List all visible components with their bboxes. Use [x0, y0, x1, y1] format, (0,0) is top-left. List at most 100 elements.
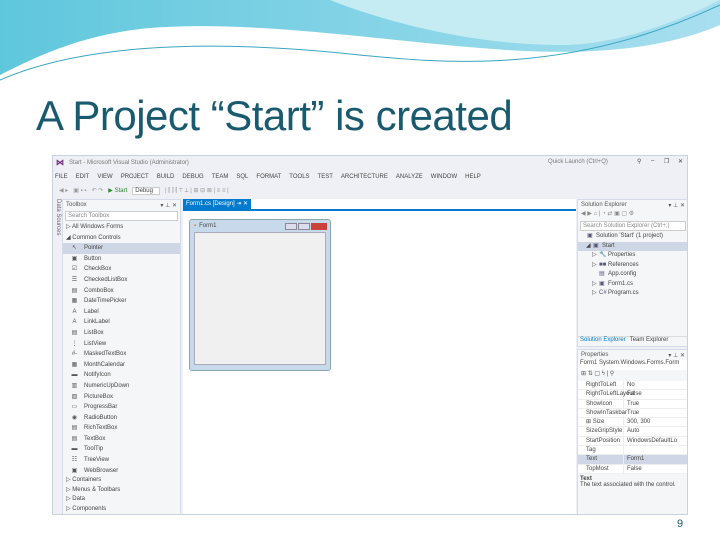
toolbox-item-label: MonthCalendar [84, 361, 126, 368]
toolbox-group[interactable]: ▷ All Windows Forms [63, 222, 180, 233]
menu-team[interactable]: TEAM [212, 174, 229, 180]
data-sources-tab[interactable]: Data Sources [53, 199, 61, 239]
menu-debug[interactable]: DEBUG [182, 174, 203, 180]
toolbox-item[interactable]: ▥ NumericUpDown [63, 381, 180, 392]
property-value[interactable]: True [624, 400, 639, 408]
quick-launch-input[interactable]: Quick Launch (Ctrl+Q) [548, 159, 638, 165]
close-button[interactable]: ✕ [678, 158, 683, 165]
form-close-button[interactable] [311, 222, 327, 230]
toolbox-item[interactable]: ▦ DateTimePicker [63, 296, 180, 307]
back-icon[interactable]: ◀ ▸ [59, 187, 68, 194]
property-row[interactable]: Text Form1 [578, 455, 687, 465]
property-value[interactable]: Auto [624, 427, 639, 435]
expand-arrow-icon[interactable]: ▷ [592, 288, 599, 299]
property-row[interactable]: TopMost False [578, 464, 687, 474]
tab-form1-design[interactable]: Form1.cs [Design] ⇥ ✕ [183, 199, 252, 210]
property-value[interactable] [624, 446, 627, 454]
toolbox-item[interactable]: ▤ RichTextBox [63, 423, 180, 434]
property-value[interactable]: True [624, 409, 639, 417]
property-row[interactable]: RightToLeftLayout False [578, 390, 687, 400]
toolbox-item-icon: ▬ [71, 446, 78, 453]
menu-analyze[interactable]: ANALYZE [396, 174, 423, 180]
menu-file[interactable]: FILE [55, 174, 68, 180]
menu-sql[interactable]: SQL [236, 174, 248, 180]
menu-project[interactable]: PROJECT [121, 174, 149, 180]
solution-explorer-toolbar[interactable]: ◀ ▶ ⌂ | ◔ ⇄ ▣ ▢ ⚙ [578, 210, 687, 220]
layout-toolbar-icons[interactable]: | ⫿ ⫿ ⫿ ⊤ ⊥ | ⊞ ⊟ ⊠ | ≡ ≡ | [165, 187, 229, 195]
toolbox-item[interactable]: ▦ MonthCalendar [63, 360, 180, 371]
property-row[interactable]: Tag [578, 446, 687, 456]
property-row[interactable]: StartPosition WindowsDefaultLo [578, 436, 687, 447]
form-minimize-button[interactable] [285, 222, 297, 230]
property-value[interactable]: Form1 [624, 455, 644, 463]
property-row[interactable]: ShowInTaskbar True [578, 408, 687, 419]
search-icon[interactable]: ⚲ [637, 158, 641, 165]
property-row[interactable]: ⊞ Size 300, 300 [578, 418, 687, 428]
property-value[interactable]: 300, 300 [624, 418, 650, 426]
menu-edit[interactable]: EDIT [76, 174, 90, 180]
toolbox-item[interactable]: ▬ NotifyIcon [63, 370, 180, 381]
toolbox-group[interactable]: ▷ Containers [63, 476, 180, 486]
expand-arrow-icon[interactable]: ▷ [592, 260, 599, 271]
restore-button[interactable]: ❐ [664, 158, 669, 165]
toolbox-item[interactable]: ☰ CheckedListBox [63, 275, 180, 286]
property-row[interactable]: ShowIcon True [578, 399, 687, 409]
toolbox-item[interactable]: ◉ RadioButton [63, 413, 180, 424]
object-select[interactable]: Form1 System.Windows.Forms.Form [578, 360, 687, 370]
toolbox-item[interactable]: A Label [63, 307, 180, 318]
toolbox-item-label: Label [84, 308, 99, 315]
toolbox-item[interactable]: A LinkLabel [63, 317, 180, 328]
menu-help[interactable]: HELP [465, 174, 481, 180]
config-select[interactable]: Debug [132, 186, 160, 195]
property-value[interactable]: No [624, 381, 635, 389]
toolbox-item[interactable]: ▤ ListBox [63, 328, 180, 339]
properties-toolbar[interactable]: ⊞ ⇅ ▢ ϟ | ⚲ [578, 370, 687, 381]
toolbox-item[interactable]: ▬ ToolTip [63, 444, 180, 455]
toolbox-item[interactable]: #- MaskedTextBox [63, 349, 180, 360]
pin-close-icon[interactable]: ▾ ⊥ ✕ [160, 202, 177, 209]
toolbox-group[interactable]: ▷ Data [63, 495, 180, 505]
tab-solution-explorer[interactable]: Solution Explorer [580, 337, 626, 346]
toolbox-item[interactable]: ☷ TreeView [63, 455, 180, 466]
menu-build[interactable]: BUILD [157, 174, 175, 180]
property-row[interactable]: SizeGripStyle Auto [578, 427, 687, 437]
new-project-icon[interactable]: ▣ ▪ ▪ [73, 187, 86, 194]
toolbox-panel: Toolbox ▾ ⊥ ✕ Search Toolbox ▷ All Window… [62, 199, 181, 514]
toolbox-group[interactable]: ▷ Components [63, 505, 180, 514]
minimize-button[interactable]: ‒ [651, 158, 654, 164]
toolbox-item[interactable]: ▣ Button [63, 254, 180, 265]
toolbox-group[interactable]: ◢ Common Controls [63, 233, 180, 244]
form1-window[interactable]: ▪ Form1 [189, 219, 331, 371]
undo-icon[interactable]: ↶ ↷ [92, 187, 104, 194]
menu-view[interactable]: VIEW [97, 174, 112, 180]
solution-tree-item[interactable]: ▷ C# Program.cs [578, 288, 687, 299]
toolbox-item[interactable]: ↖ Pointer [63, 243, 180, 254]
toolbox-item[interactable]: ▭ ProgressBar [63, 402, 180, 413]
start-button[interactable]: ▶ Start [108, 187, 127, 194]
toolbox-group[interactable]: ▷ Menus & Toolbars [63, 486, 180, 496]
toolbox-item[interactable]: ▣ WebBrowser [63, 466, 180, 477]
toolbox-item[interactable]: ▧ PictureBox [63, 392, 180, 403]
menu-format[interactable]: FORMAT [256, 174, 281, 180]
property-value[interactable]: False [624, 390, 642, 398]
toolbox-item[interactable]: ⋮ ListView [63, 339, 180, 350]
menu-test[interactable]: TEST [318, 174, 333, 180]
toolbox-item-icon: ☰ [71, 276, 78, 283]
form-maximize-button[interactable] [298, 222, 310, 230]
toolbox-search-input[interactable]: Search Toolbox [65, 211, 178, 221]
menu-architecture[interactable]: ARCHITECTURE [341, 174, 388, 180]
toolbox-item-label: RadioButton [84, 414, 118, 421]
toolbox-item[interactable]: ☑ CheckBox [63, 264, 180, 275]
tab-team-explorer[interactable]: Team Explorer [630, 337, 669, 346]
pin-close-icon[interactable]: ▾ ⊥ ✕ [668, 352, 685, 359]
property-value[interactable]: WindowsDefaultLo [624, 437, 677, 445]
form-client-area[interactable] [194, 232, 326, 365]
menu-tools[interactable]: TOOLS [289, 174, 309, 180]
solution-search-input[interactable]: Search Solution Explorer (Ctrl+;) [580, 221, 686, 231]
toolbox-item[interactable]: ▤ ComboBox [63, 286, 180, 297]
property-value[interactable]: False [624, 465, 642, 473]
toolbox-item[interactable]: ▤ TextBox [63, 434, 180, 445]
pin-close-icon[interactable]: ▾ ⊥ ✕ [668, 202, 685, 209]
property-row[interactable]: RightToLeft No [578, 381, 687, 391]
menu-window[interactable]: WINDOW [431, 174, 457, 180]
